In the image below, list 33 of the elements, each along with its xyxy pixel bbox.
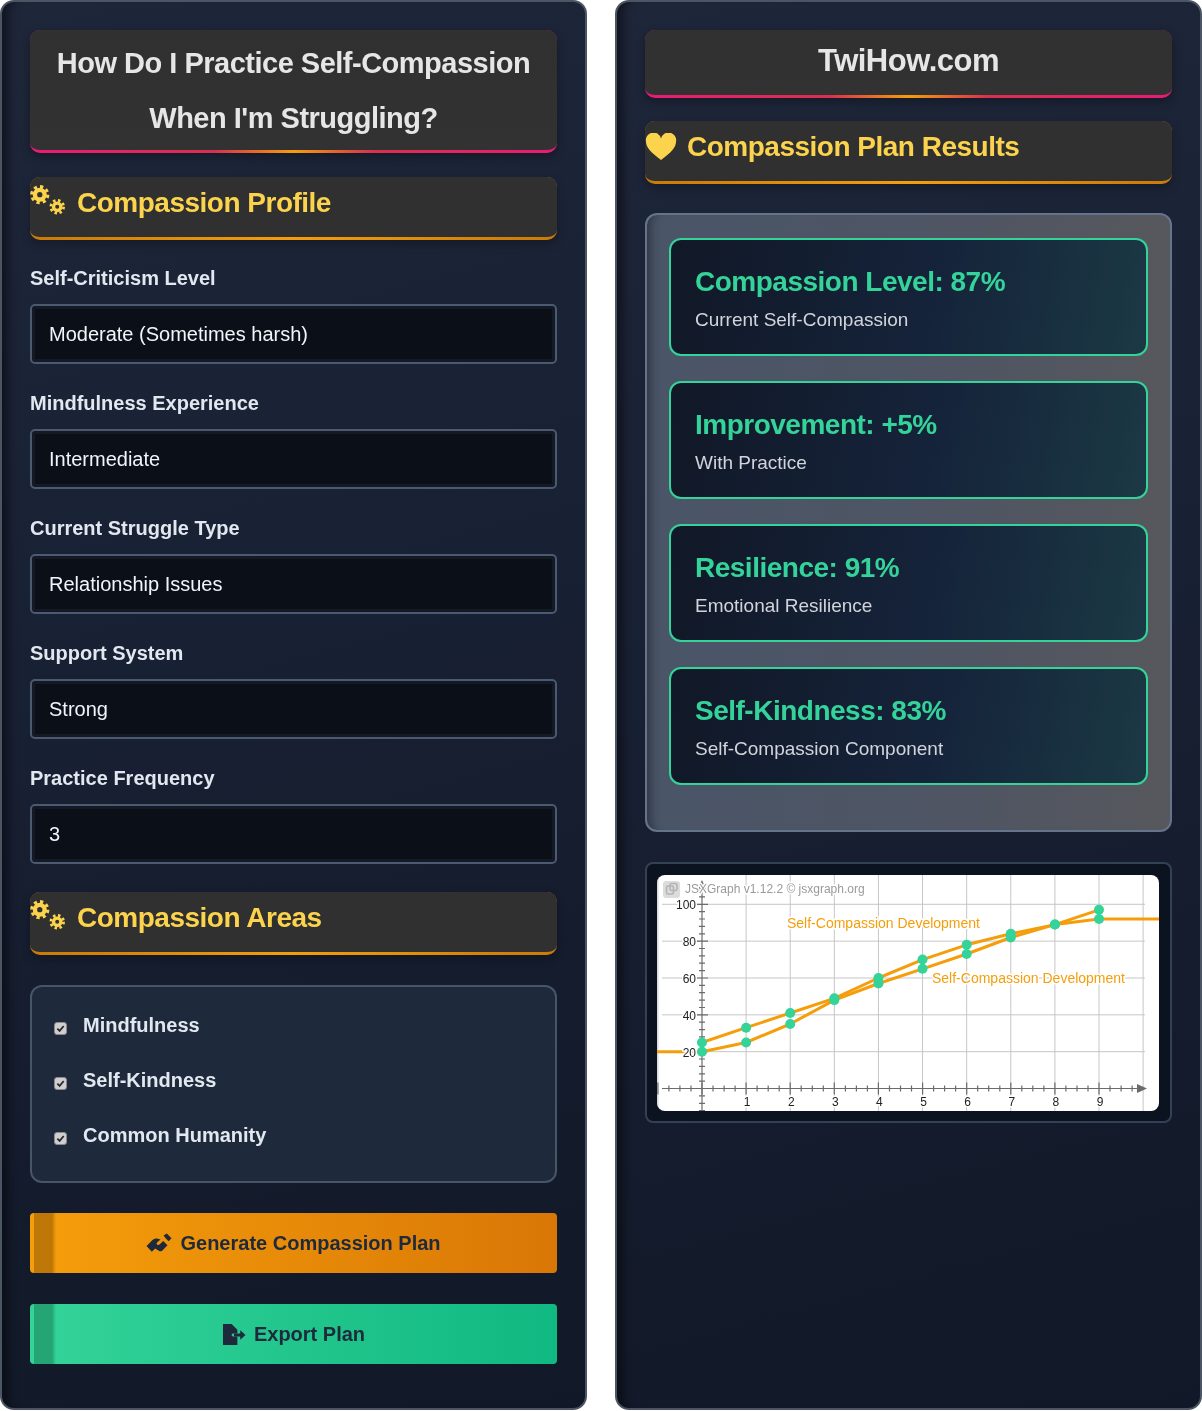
result-value: Improvement: +5% [695,408,938,442]
axis-tick-label: 3 [832,1094,839,1109]
result-caption: Self-Compassion Component [695,737,945,761]
section-title: Compassion Profile [77,187,331,219]
section-title: Compassion Plan Results [687,131,1020,163]
result-value: Resilience: 91% [695,551,901,585]
axis-tick-label: 9 [1096,1094,1104,1109]
axis-tick-label: 100 [675,898,696,913]
section-title: Compassion Areas [77,902,322,934]
result-caption: With Practice [695,451,808,475]
axis-tick-label: 6 [964,1094,971,1109]
result-caption: Current Self-Compassion [695,308,910,332]
axis-tick-label: 5 [920,1094,927,1109]
axis-tick-label: 2 [787,1094,795,1109]
axis-tick-label: 80 [682,935,696,950]
result-value: Self-Kindness: 83% [695,694,947,728]
field-label: Current Struggle Type [30,516,241,540]
axis-tick-label: 1 [743,1094,751,1109]
page-title: How Do I Practice Self-Compassion When I'm Struggling? [55,46,532,136]
field-label: Mindfulness Experience [30,391,260,415]
result-value: Compassion Level: 87% [695,265,1007,299]
result-caption: Emotional Resilience [695,594,874,618]
axis-tick-label: 8 [1052,1094,1060,1109]
axis-tick-label: 4 [876,1094,883,1109]
axis-tick-label: 40 [682,1008,696,1023]
axis-tick-label: 7 [1008,1094,1016,1109]
field-label: Practice Frequency [30,766,216,790]
field-label: Self-Criticism Level [30,266,217,290]
axis-tick-label: 60 [682,972,696,986]
series-label: Self-Compassion Development [787,915,980,931]
series-label: Self-Compassion Development [932,970,1125,986]
site-name: TwiHow.com [818,42,999,79]
field-label: Support System [30,641,185,665]
